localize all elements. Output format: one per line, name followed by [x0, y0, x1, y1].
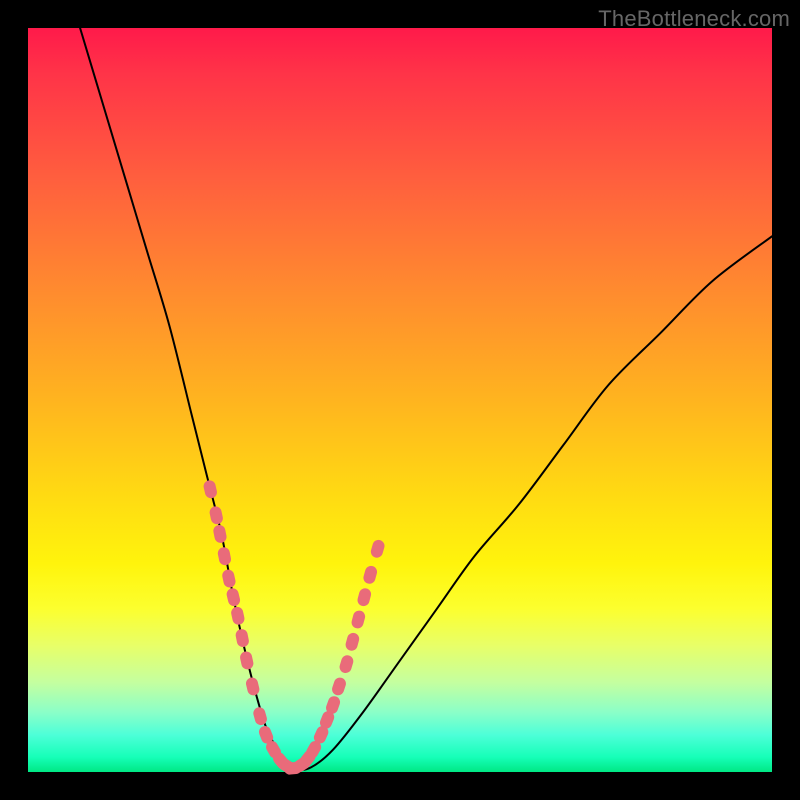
benchmark-dot — [245, 676, 261, 696]
benchmark-dot — [235, 628, 250, 648]
benchmark-dot — [362, 565, 378, 586]
benchmark-dot — [252, 706, 268, 727]
benchmark-dot — [356, 587, 372, 607]
bottleneck-curve — [80, 28, 772, 770]
benchmark-dot — [369, 538, 385, 559]
benchmark-dot — [225, 587, 241, 607]
benchmark-dot — [221, 568, 237, 588]
benchmark-dot — [230, 606, 246, 626]
benchmark-dot — [330, 676, 347, 697]
benchmark-dot — [350, 609, 366, 629]
watermark-text: TheBottleneck.com — [598, 6, 790, 32]
chart-svg — [28, 28, 772, 772]
benchmark-dot — [208, 505, 224, 525]
benchmark-dot — [217, 546, 232, 566]
benchmark-dot — [338, 654, 355, 675]
benchmark-dot — [344, 632, 360, 652]
benchmark-dots-group — [202, 479, 385, 776]
benchmark-dot — [202, 479, 218, 499]
benchmark-dot — [239, 650, 255, 670]
benchmark-dot — [212, 524, 227, 544]
chart-gradient-background — [28, 28, 772, 772]
